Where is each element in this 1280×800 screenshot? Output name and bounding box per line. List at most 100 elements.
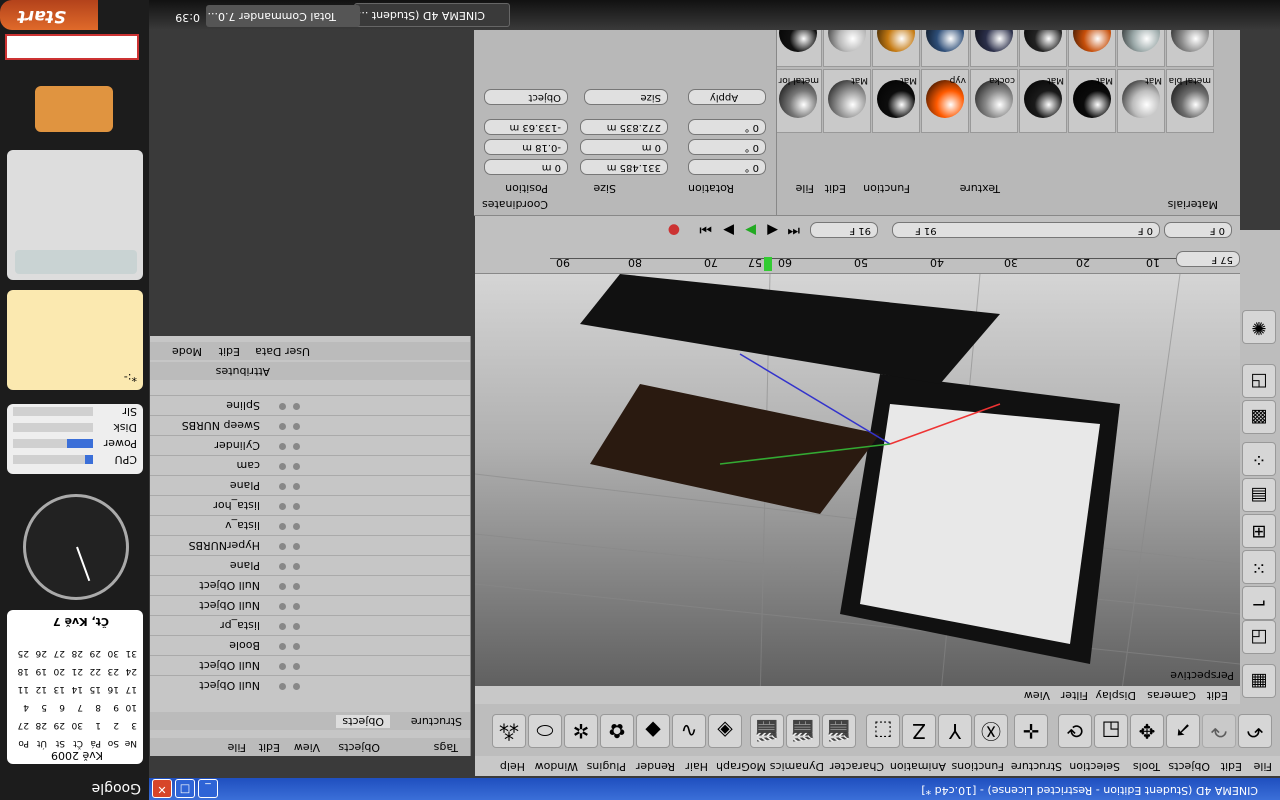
mat-menu-texture[interactable]: Texture bbox=[960, 182, 1000, 195]
move-tool-icon[interactable]: ✥ bbox=[1130, 714, 1164, 748]
end-frame-field[interactable]: 91 F bbox=[810, 222, 878, 238]
calendar-date[interactable]: 1 bbox=[95, 720, 101, 730]
object-row[interactable]: Null Object bbox=[150, 595, 470, 616]
vp-menu-filter[interactable]: Filter bbox=[1061, 689, 1088, 702]
calendar-date[interactable]: 13 bbox=[54, 684, 65, 694]
calendar-date[interactable]: 28 bbox=[72, 648, 83, 658]
object-row[interactable]: Boole bbox=[150, 635, 470, 656]
menu-plugins[interactable]: Plugins bbox=[587, 760, 626, 773]
render-dot[interactable] bbox=[279, 643, 286, 650]
render-dot[interactable] bbox=[279, 403, 286, 410]
apply-button[interactable]: Apply bbox=[688, 89, 766, 105]
object-row[interactable]: Cylinder bbox=[150, 435, 470, 456]
calendar-date[interactable]: 18 bbox=[18, 666, 29, 676]
task-total-commander[interactable]: Total Commander 7.0... bbox=[206, 5, 360, 27]
calendar-date[interactable]: 15 bbox=[90, 684, 101, 694]
object-row[interactable]: lista_hor bbox=[150, 495, 470, 516]
object-row[interactable]: Sweep NURBS bbox=[150, 415, 470, 436]
vp-menu-view[interactable]: View bbox=[1024, 689, 1050, 702]
om-menu-file[interactable]: File bbox=[228, 741, 246, 754]
render-dot[interactable] bbox=[279, 543, 286, 550]
x-axis-lock-icon[interactable]: Ⓧ bbox=[974, 714, 1008, 748]
render-dot[interactable] bbox=[279, 683, 286, 690]
menu-tools[interactable]: Tools bbox=[1133, 760, 1160, 773]
menu-animation[interactable]: Animation bbox=[890, 760, 946, 773]
visibility-dot[interactable] bbox=[293, 523, 300, 530]
object-row[interactable]: Spline bbox=[150, 395, 470, 416]
calendar-date[interactable]: 4 bbox=[23, 702, 29, 712]
maximize-button[interactable]: □ bbox=[175, 779, 195, 798]
render-dot[interactable] bbox=[279, 523, 286, 530]
vp-menu-edit[interactable]: Edit bbox=[1207, 689, 1228, 702]
calendar-date[interactable]: 21 bbox=[72, 666, 83, 676]
visibility-dot[interactable] bbox=[293, 643, 300, 650]
texture-mode-icon[interactable]: ⁘ bbox=[1242, 442, 1276, 476]
om-menu-view[interactable]: View bbox=[294, 741, 320, 754]
calendar-date[interactable]: 23 bbox=[108, 666, 119, 676]
calendar-date[interactable]: 27 bbox=[18, 720, 29, 730]
calculator-gadget[interactable] bbox=[7, 150, 143, 280]
calendar-date[interactable]: 3 bbox=[131, 720, 137, 730]
visibility-dot[interactable] bbox=[293, 603, 300, 610]
object-row[interactable]: HyperNURBS bbox=[150, 535, 470, 556]
deformer-icon[interactable]: ✲ bbox=[564, 714, 598, 748]
live-selection-icon[interactable]: ➚ bbox=[1166, 714, 1200, 748]
calendar-date[interactable]: 12 bbox=[36, 684, 47, 694]
calendar-date[interactable]: 20 bbox=[54, 666, 65, 676]
visibility-dot[interactable] bbox=[293, 663, 300, 670]
calendar-date[interactable]: 16 bbox=[108, 684, 119, 694]
calendar-date[interactable]: 7 bbox=[77, 702, 83, 712]
calendar-date[interactable]: 27 bbox=[54, 648, 65, 658]
render-dot[interactable] bbox=[279, 423, 286, 430]
frame-field[interactable]: 0 F bbox=[1164, 222, 1232, 238]
range-slider[interactable]: 0 F 91 F bbox=[892, 222, 1160, 238]
undo-icon[interactable]: ↶ bbox=[1238, 714, 1272, 748]
calendar-date[interactable]: 28 bbox=[36, 720, 47, 730]
render-dot[interactable] bbox=[279, 623, 286, 630]
goto-start-icon[interactable]: ⏮ bbox=[787, 222, 800, 238]
calendar-date[interactable]: 2 bbox=[113, 720, 119, 730]
play-icon[interactable]: ▶ bbox=[745, 222, 756, 238]
redo-icon[interactable]: ↷ bbox=[1202, 714, 1236, 748]
attr-menu-userdata[interactable]: User Data bbox=[255, 345, 310, 358]
coordinate-system-icon[interactable]: ⬚ bbox=[866, 714, 900, 748]
visibility-dot[interactable] bbox=[293, 543, 300, 550]
render-dot[interactable] bbox=[279, 483, 286, 490]
calendar-date[interactable]: 9 bbox=[113, 702, 119, 712]
object-row[interactable]: Null Object bbox=[150, 575, 470, 596]
vp-menu-display[interactable]: Display bbox=[1095, 689, 1136, 702]
scene-icon[interactable]: ⬭ bbox=[528, 714, 562, 748]
rot-p-field[interactable]: 0 ° bbox=[688, 139, 766, 155]
menu-window[interactable]: Window bbox=[535, 760, 578, 773]
tab-structure[interactable]: Structure bbox=[411, 715, 462, 728]
calendar-date[interactable]: 29 bbox=[54, 720, 65, 730]
visibility-dot[interactable] bbox=[293, 503, 300, 510]
mat-menu-edit[interactable]: Edit bbox=[825, 182, 846, 195]
calendar-date[interactable]: 19 bbox=[36, 666, 47, 676]
om-menu-tags[interactable]: Tags bbox=[434, 741, 458, 754]
size-y-field[interactable]: 0 m bbox=[580, 139, 668, 155]
material-swatch[interactable]: Mat bbox=[823, 69, 871, 133]
nurbs-icon[interactable]: ◆ bbox=[636, 714, 670, 748]
object-row[interactable]: lista_v bbox=[150, 515, 470, 536]
visibility-dot[interactable] bbox=[293, 563, 300, 570]
calendar-date[interactable]: 11 bbox=[18, 684, 29, 694]
rotate-tool-icon[interactable]: ⟳ bbox=[1058, 714, 1092, 748]
material-swatch[interactable]: metal bla bbox=[1166, 69, 1214, 133]
google-search-input[interactable] bbox=[5, 34, 139, 60]
material-swatch[interactable]: Mat bbox=[1019, 69, 1067, 133]
om-menu-objects[interactable]: Objects bbox=[338, 741, 380, 754]
spline-icon[interactable]: ∿ bbox=[672, 714, 706, 748]
notes-gadget[interactable]: *:- bbox=[7, 290, 143, 390]
minimize-button[interactable]: _ bbox=[198, 779, 218, 798]
calendar-date[interactable]: 24 bbox=[126, 666, 137, 676]
menu-mograph[interactable]: MoGraph bbox=[716, 760, 766, 773]
visibility-dot[interactable] bbox=[293, 423, 300, 430]
render-settings-icon[interactable]: 🎬 bbox=[750, 714, 784, 748]
visibility-dot[interactable] bbox=[293, 443, 300, 450]
menu-file[interactable]: File bbox=[1254, 760, 1272, 773]
object-row[interactable]: Plane bbox=[150, 555, 470, 576]
calendar-date[interactable]: 22 bbox=[90, 666, 101, 676]
object-row[interactable]: Null Object bbox=[150, 675, 470, 696]
z-axis-lock-icon[interactable]: Z bbox=[902, 714, 936, 748]
